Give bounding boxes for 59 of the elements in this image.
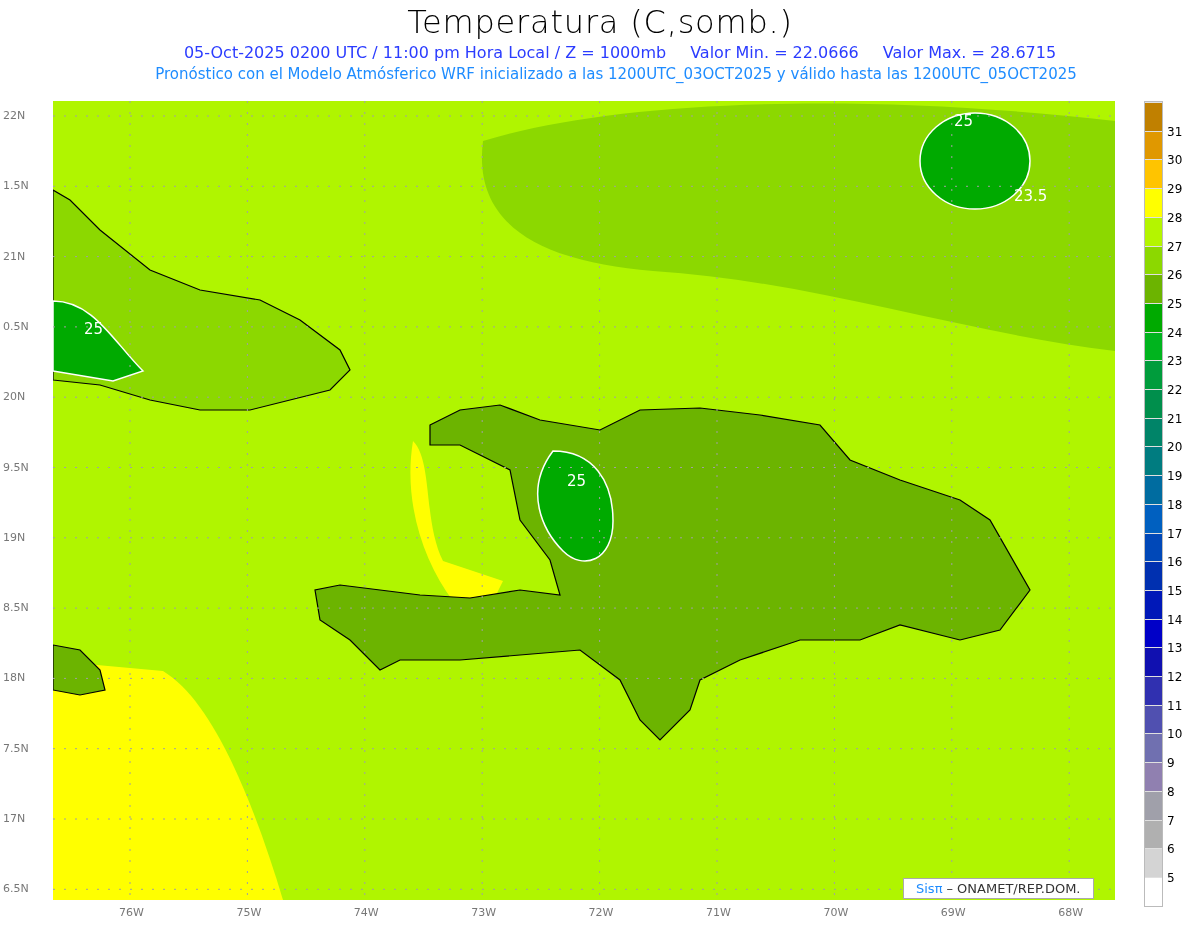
colorbar-label: 29 <box>1167 183 1183 196</box>
colorbar-label: 19 <box>1167 470 1183 483</box>
chart-title: Temperatura (C,somb.) <box>407 2 793 42</box>
min-value: Valor Min. = 22.0666 <box>690 42 859 64</box>
latitude-label: 19N <box>3 531 26 543</box>
colorbar-label: 20 <box>1167 441 1183 454</box>
longitude-label: 72W <box>588 907 614 918</box>
colorbar-label: 18 <box>1167 498 1183 511</box>
longitude-label: 71W <box>706 907 731 918</box>
latitude-label: 20N <box>3 391 26 403</box>
latitude-label: 0.5N <box>3 320 29 332</box>
latitude-label: 18N <box>3 672 26 684</box>
colorbar-label: 5 <box>1167 871 1175 884</box>
colorbar-label: 26 <box>1167 269 1183 282</box>
latitude-label: 17N <box>3 813 26 824</box>
longitude-label: 76W <box>119 907 144 918</box>
colorbar-label: 6 <box>1167 843 1175 856</box>
brand-logo: Sisπ <box>916 879 943 898</box>
longitude-label: 68W <box>1058 907 1084 918</box>
colorbar-label: 27 <box>1167 240 1183 253</box>
colorbar-label: 10 <box>1167 728 1183 741</box>
colorbar-label: 8 <box>1167 785 1175 798</box>
colorbar-label: 23 <box>1167 355 1183 368</box>
contour-label: 25 <box>84 322 104 337</box>
colorbar-label: 7 <box>1167 814 1175 827</box>
latitude-label: 7.5N <box>3 742 29 754</box>
colorbar-label: 31 <box>1167 125 1183 138</box>
longitude-label: 75W <box>236 907 262 918</box>
longitude-label: 73W <box>471 907 497 918</box>
contour-label: 25 <box>954 114 974 129</box>
latitude-label: 9.5N <box>3 461 29 473</box>
colorbar-label: 13 <box>1167 642 1183 655</box>
colorbar-label: 11 <box>1167 699 1183 712</box>
max-value: Valor Max. = 28.6715 <box>882 42 1057 64</box>
colorbar-label: 24 <box>1167 326 1183 339</box>
colorbar-label: 15 <box>1167 584 1183 597</box>
contour-label: 25 <box>567 474 587 489</box>
colorbar-label: 22 <box>1167 384 1183 396</box>
longitude-label: 69W <box>940 907 966 918</box>
colorbar-label: 21 <box>1167 412 1183 425</box>
colorbar-label: 16 <box>1167 556 1183 569</box>
colorbar-label: 30 <box>1167 154 1183 167</box>
latitude-label: 8.5N <box>3 602 29 614</box>
colorbar-label: 25 <box>1167 297 1183 310</box>
longitude-label: 70W <box>823 907 849 918</box>
colorbar-label: 28 <box>1167 211 1183 224</box>
latitude-label: 21N <box>3 250 26 262</box>
longitude-label: 74W <box>353 907 379 918</box>
contour-label: 23.5 <box>1014 189 1048 204</box>
colorbar-label: 14 <box>1167 613 1183 626</box>
credit-text: – ONAMET/REP.DOM. <box>946 879 1081 898</box>
valid-time: 05-Oct-2025 0200 UTC / 11:00 pm Hora Local / Z = 1000mb <box>183 42 667 64</box>
model-info: Pronóstico con el Modelo Atmósferico WRF inicializado a las 1200UTC_03OCT2025 y válido hasta las 1200UTC_05OCT2025 <box>154 64 1077 84</box>
latitude-label: 22N <box>3 110 26 121</box>
colorbar-label: 12 <box>1167 671 1183 684</box>
colorbar-label: 17 <box>1167 527 1183 540</box>
latitude-label: 1.5N <box>3 180 29 192</box>
latitude-label: 6.5N <box>3 883 29 895</box>
colorbar-label: 9 <box>1167 757 1175 770</box>
